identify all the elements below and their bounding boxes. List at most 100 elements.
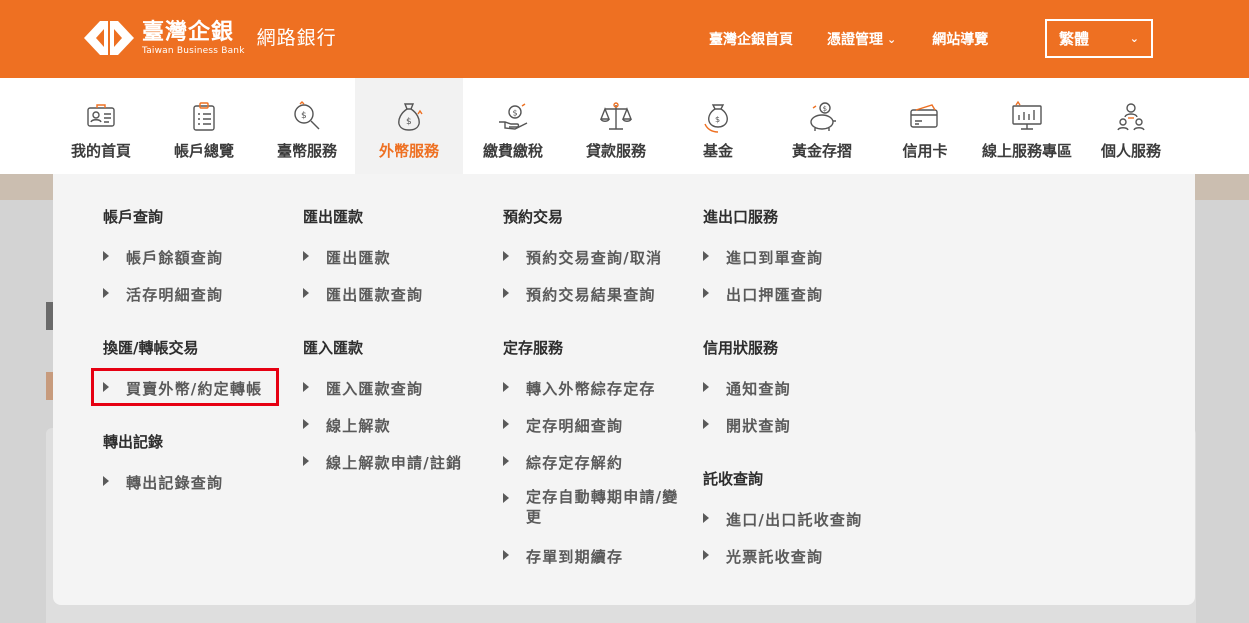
- caret-right-icon: [503, 288, 509, 298]
- money-bag-icon: $: [392, 100, 426, 134]
- piggy-bank-icon: $: [805, 100, 839, 134]
- clipboard-list-icon: [187, 100, 221, 134]
- menu-item-account-balance[interactable]: 帳戶餘額查詢: [103, 247, 223, 268]
- menu-item-td-termination[interactable]: 綜存定存解約: [503, 452, 623, 473]
- menu-item-clean-bill-collection[interactable]: 光票託收查詢: [703, 546, 823, 567]
- svg-text:$: $: [406, 117, 412, 127]
- nav-label: 帳戶總覽: [173, 142, 234, 160]
- svg-text:$: $: [301, 111, 307, 121]
- logo-text: 臺灣企銀 Taiwan Business Bank: [142, 20, 245, 57]
- menu-item-label: 定存明細查詢: [526, 417, 624, 435]
- nav-item-loan-services[interactable]: 貸款服務: [581, 78, 651, 174]
- top-links: 臺灣企銀首頁 憑證管理 ⌄ 網站導覽: [709, 29, 988, 49]
- scale-icon: [599, 100, 633, 134]
- people-icon: [1114, 100, 1148, 134]
- caret-right-icon: [303, 288, 309, 298]
- menu-item-outgoing-record[interactable]: 轉出記錄查詢: [103, 472, 223, 493]
- menu-group-title: 定存服務: [503, 339, 564, 357]
- cert-management-label: 憑證管理: [827, 32, 883, 48]
- nav-label: 信用卡: [902, 142, 948, 160]
- nav-item-credit-card[interactable]: 信用卡: [898, 78, 952, 174]
- chevron-down-icon: ⌄: [887, 32, 897, 46]
- menu-item-label: 預約交易結果查詢: [526, 286, 656, 304]
- money-cycle-icon: $: [701, 100, 735, 134]
- nav-item-personal-services[interactable]: 個人服務: [1095, 78, 1167, 174]
- nav-label: 個人服務: [1100, 142, 1161, 160]
- caret-right-icon: [303, 419, 309, 429]
- bank-logo[interactable]: 臺灣企銀 Taiwan Business Bank 網路銀行: [82, 18, 337, 58]
- menu-item-label: 存單到期續存: [526, 548, 624, 566]
- menu-item-label: 進口到單查詢: [726, 249, 824, 267]
- bank-home-link[interactable]: 臺灣企銀首頁: [709, 29, 793, 49]
- caret-right-icon: [703, 251, 709, 261]
- menu-group-title: 預約交易: [503, 208, 564, 226]
- menu-item-online-settlement[interactable]: 線上解款: [303, 415, 391, 436]
- menu-item-cd-renewal[interactable]: 存單到期續存: [503, 546, 623, 567]
- menu-group-title: 轉出記錄: [103, 433, 164, 451]
- menu-item-label: 轉入外幣綜存定存: [526, 380, 656, 398]
- menu-item-lc-issuance[interactable]: 開狀查詢: [703, 415, 791, 436]
- caret-right-icon: [303, 382, 309, 392]
- nav-label: 外幣服務: [378, 142, 439, 160]
- caret-right-icon: [703, 288, 709, 298]
- menu-group-title: 匯出匯款: [303, 208, 364, 226]
- menu-group-title: 信用狀服務: [703, 339, 779, 357]
- nav-item-gold-passbook[interactable]: $ 黃金存摺: [784, 78, 860, 174]
- menu-item-demand-deposit-details[interactable]: 活存明細查詢: [103, 284, 223, 305]
- nav-label: 我的首頁: [70, 142, 131, 160]
- hand-coin-icon: $: [496, 100, 530, 134]
- menu-item-scheduled-results[interactable]: 預約交易結果查詢: [503, 284, 656, 305]
- language-select[interactable]: 繁體 ⌄: [1045, 19, 1153, 58]
- menu-item-label: 活存明細查詢: [126, 286, 224, 304]
- menu-item-online-settlement-apply[interactable]: 線上解款申請/註銷: [303, 452, 462, 473]
- caret-right-icon: [703, 419, 709, 429]
- bank-name-cn: 臺灣企銀: [142, 19, 235, 45]
- menu-item-td-details[interactable]: 定存明細查詢: [503, 415, 623, 436]
- menu-item-outward-remittance[interactable]: 匯出匯款: [303, 247, 391, 268]
- chevron-down-icon: ⌄: [1129, 32, 1139, 45]
- svg-text:$: $: [715, 115, 720, 124]
- caret-right-icon: [503, 550, 509, 560]
- menu-item-td-auto-renewal[interactable]: 定存自動轉期申請/變更: [503, 487, 683, 527]
- search-coin-icon: $: [290, 100, 324, 134]
- menu-item-label: 進口/出口託收查詢: [726, 511, 863, 529]
- nav-label: 黃金存摺: [791, 142, 852, 160]
- caret-right-icon: [503, 493, 509, 503]
- nav-label: 線上服務專區: [981, 142, 1072, 160]
- bank-name-en: Taiwan Business Bank: [142, 45, 245, 56]
- nav-item-payments-taxes[interactable]: $ 繳費繳稅: [478, 78, 548, 174]
- nav-item-foreign-currency[interactable]: $ 外幣服務: [355, 78, 463, 174]
- highlight-box: [91, 368, 279, 406]
- menu-item-lc-advice[interactable]: 通知查詢: [703, 378, 791, 399]
- menu-item-transfer-to-fx-td[interactable]: 轉入外幣綜存定存: [503, 378, 656, 399]
- nav-label: 臺幣服務: [276, 142, 337, 160]
- cert-management-link[interactable]: 憑證管理 ⌄: [827, 29, 896, 49]
- menu-item-inward-remittance-query[interactable]: 匯入匯款查詢: [303, 378, 423, 399]
- menu-item-label: 通知查詢: [726, 380, 791, 398]
- top-header-bar: 臺灣企銀 Taiwan Business Bank 網路銀行 臺灣企銀首頁 憑證…: [0, 0, 1249, 78]
- caret-right-icon: [703, 382, 709, 392]
- nav-item-my-home[interactable]: 我的首頁: [66, 78, 136, 174]
- sitemap-link[interactable]: 網站導覽: [932, 29, 988, 49]
- menu-group-title: 託收查詢: [703, 470, 764, 488]
- id-card-icon: [84, 100, 118, 134]
- nav-item-online-services[interactable]: 線上服務專區: [975, 78, 1079, 174]
- menu-item-outward-remittance-query[interactable]: 匯出匯款查詢: [303, 284, 423, 305]
- menu-item-scheduled-query-cancel[interactable]: 預約交易查詢/取消: [503, 247, 662, 268]
- nav-item-fund[interactable]: $ 基金: [695, 78, 741, 174]
- menu-item-import-arrival[interactable]: 進口到單查詢: [703, 247, 823, 268]
- caret-right-icon: [303, 251, 309, 261]
- menu-group-title: 換匯/轉帳交易: [103, 339, 199, 357]
- caret-right-icon: [503, 251, 509, 261]
- menu-item-import-export-collection[interactable]: 進口/出口託收查詢: [703, 509, 862, 530]
- caret-right-icon: [103, 288, 109, 298]
- logo-mark-icon: [82, 18, 136, 58]
- credit-card-icon: [908, 100, 942, 134]
- caret-right-icon: [503, 456, 509, 466]
- foreign-currency-mega-menu: 帳戶查詢 帳戶餘額查詢 活存明細查詢 換匯/轉帳交易 買賣外幣/約定轉帳 轉出記…: [53, 174, 1195, 605]
- main-nav: 我的首頁 帳戶總覽 $ 臺幣服務 $ 外幣服務 $ 繳費繳稅 貸款服務 $ 基金: [0, 78, 1249, 174]
- menu-item-export-negotiation[interactable]: 出口押匯查詢: [703, 284, 823, 305]
- nav-item-twd-services[interactable]: $ 臺幣服務: [272, 78, 342, 174]
- menu-item-label: 開狀查詢: [726, 417, 791, 435]
- nav-item-account-overview[interactable]: 帳戶總覽: [169, 78, 239, 174]
